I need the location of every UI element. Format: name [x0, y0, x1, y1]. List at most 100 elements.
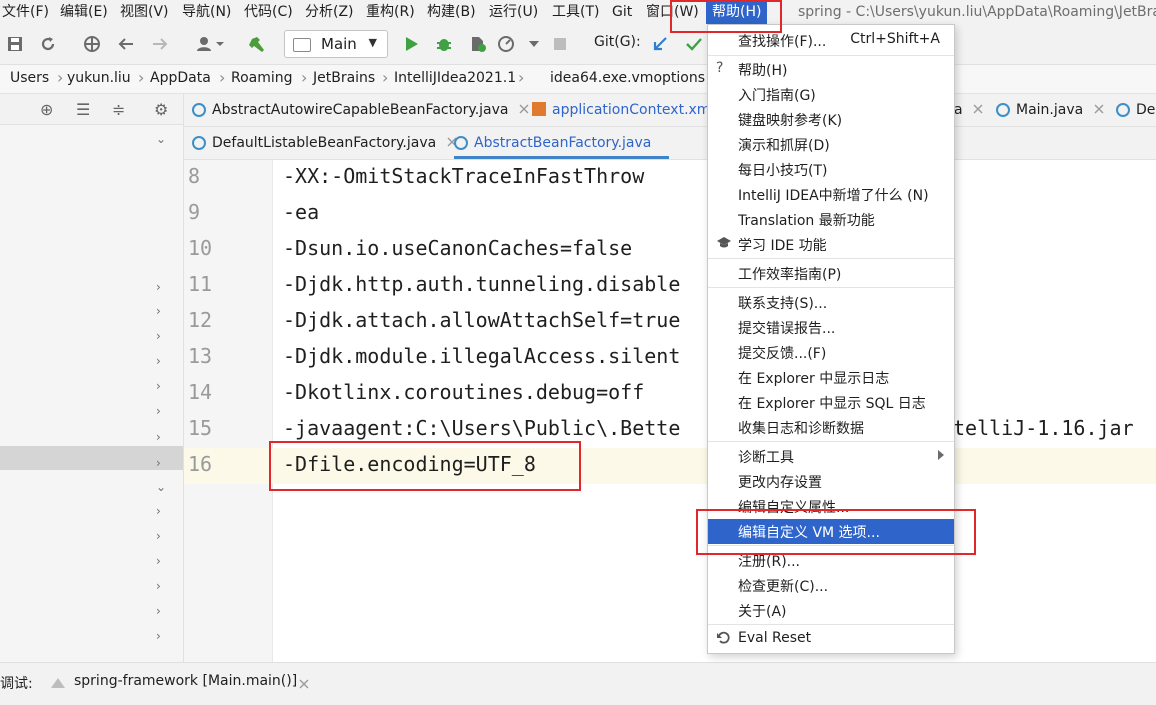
code-line[interactable]: -Dsun.io.useCanonCaches=false	[283, 236, 632, 260]
main-toolbar: Main ▼ Git(G):	[0, 24, 1156, 65]
tab-partial[interactable]: a	[954, 94, 985, 126]
menu-item-label: 每日小技巧(T)	[738, 163, 828, 179]
close-icon[interactable]	[971, 102, 985, 116]
menu-item-check-for-updates[interactable]: 检查更新(C)...	[708, 573, 954, 598]
collapse-all-icon[interactable]: ≑	[112, 100, 125, 119]
tab-label: De	[1136, 102, 1156, 118]
chevron-right-icon[interactable]: ›	[156, 504, 161, 518]
menu-item-demos-screencasts[interactable]: 演示和抓屏(D)	[708, 132, 954, 157]
coverage-icon[interactable]	[466, 32, 490, 56]
debug-bug-icon[interactable]	[432, 32, 456, 56]
profiler-icon[interactable]	[494, 32, 518, 56]
menu-analyze[interactable]: 分析(Z)	[305, 0, 354, 24]
chevron-right-icon[interactable]: ›	[156, 629, 161, 643]
menu-item-eval-reset[interactable]: Eval Reset	[708, 627, 954, 652]
chevron-right-icon[interactable]: ›	[156, 379, 161, 393]
menu-file[interactable]: 文件(F)	[2, 0, 49, 24]
close-icon[interactable]	[517, 102, 531, 116]
breadcrumb-item[interactable]: idea64.exe.vmoptions	[550, 70, 705, 86]
crosshair-icon[interactable]	[80, 32, 104, 56]
menu-item-translation-new[interactable]: Translation 最新功能	[708, 207, 954, 232]
menu-git[interactable]: Git	[612, 0, 632, 24]
chevron-right-icon[interactable]: ›	[156, 456, 161, 470]
menu-edit[interactable]: 编辑(E)	[60, 0, 108, 24]
gear-icon[interactable]: ⚙	[154, 100, 168, 119]
chevron-right-icon[interactable]: ›	[156, 554, 161, 568]
menu-build[interactable]: 构建(B)	[427, 0, 476, 24]
menu-item-whats-new[interactable]: IntelliJ IDEA中新增了什么 (N)	[708, 182, 954, 207]
tab-main-java[interactable]: Main.java	[996, 94, 1106, 126]
more-run-options-icon[interactable]	[522, 32, 546, 56]
expand-all-icon[interactable]: ☰	[76, 100, 90, 119]
menu-item-getting-started[interactable]: 入门指南(G)	[708, 82, 954, 107]
chevron-right-icon[interactable]: ›	[156, 329, 161, 343]
menu-item-help[interactable]: ? 帮助(H)	[708, 57, 954, 82]
menu-navigate[interactable]: 导航(N)	[182, 0, 231, 24]
menu-run[interactable]: 运行(U)	[489, 0, 538, 24]
build-hammer-icon[interactable]	[246, 32, 270, 56]
chevron-right-icon[interactable]: ›	[156, 604, 161, 618]
breadcrumb-item[interactable]: JetBrains	[313, 70, 375, 86]
chevron-right-icon[interactable]: ›	[156, 280, 161, 294]
user-dropdown-icon[interactable]	[192, 32, 228, 56]
run-configuration-select[interactable]: Main ▼	[284, 30, 388, 58]
run-icon[interactable]	[399, 32, 423, 56]
menu-item-show-log-in-explorer[interactable]: 在 Explorer 中显示日志	[708, 365, 954, 390]
menu-item-productivity-guide[interactable]: 工作效率指南(P)	[708, 261, 954, 286]
chevron-right-icon[interactable]: ›	[156, 404, 161, 418]
menu-code[interactable]: 代码(C)	[244, 0, 293, 24]
menu-view[interactable]: 视图(V)	[120, 0, 169, 24]
chevron-right-icon[interactable]: ›	[156, 354, 161, 368]
close-icon[interactable]	[298, 675, 310, 694]
menu-item-learn-ide[interactable]: 学习 IDE 功能	[708, 232, 954, 257]
breadcrumb-item[interactable]: Users	[10, 70, 49, 86]
tab-label: AbstractBeanFactory.java	[474, 135, 652, 151]
tab-default[interactable]: De	[1116, 94, 1155, 126]
code-line[interactable]: -XX:-OmitStackTraceInFastThrow	[283, 164, 644, 188]
tab-default-listable[interactable]: DefaultListableBeanFactory.java	[192, 127, 459, 159]
locate-icon[interactable]: ⊕	[40, 100, 53, 119]
git-commit-icon[interactable]	[682, 32, 706, 56]
chevron-right-icon[interactable]: ›	[156, 529, 161, 543]
tab-application-context[interactable]: applicationContext.xm	[532, 94, 710, 126]
breadcrumb-item[interactable]: yukun.liu	[67, 70, 131, 86]
stop-icon[interactable]	[548, 32, 572, 56]
menu-tools[interactable]: 工具(T)	[552, 0, 599, 24]
menu-item-keymap-reference[interactable]: 键盘映射参考(K)	[708, 107, 954, 132]
menu-item-submit-feedback[interactable]: 提交反馈...(F)	[708, 340, 954, 365]
breadcrumb-item[interactable]: IntelliJIdea2021.1	[394, 70, 516, 86]
code-line[interactable]: -ea	[283, 200, 319, 224]
menu-item-about[interactable]: 关于(A)	[708, 598, 954, 623]
menu-item-collect-logs[interactable]: 收集日志和诊断数据	[708, 415, 954, 440]
menu-item-label: 帮助(H)	[738, 63, 788, 79]
close-icon[interactable]	[1092, 102, 1106, 116]
code-line[interactable]: -javaagent:C:\Users\Public\.Bette	[283, 416, 680, 440]
debug-session-tab[interactable]: spring-framework [Main.main()]	[74, 673, 297, 689]
menu-item-tip-of-the-day[interactable]: 每日小技巧(T)	[708, 157, 954, 182]
tab-abstract-autowire[interactable]: AbstractAutowireCapableBeanFactory.java	[192, 94, 531, 126]
code-line-tail[interactable]: telliJ-1.16.jar	[953, 416, 1134, 440]
sync-icon[interactable]	[36, 32, 60, 56]
menu-refactor[interactable]: 重构(R)	[366, 0, 415, 24]
tab-abstract-bean-factory[interactable]: AbstractBeanFactory.java	[454, 127, 670, 159]
git-update-icon[interactable]	[648, 32, 672, 56]
code-line[interactable]: -Djdk.attach.allowAttachSelf=true	[283, 308, 680, 332]
chevron-down-icon[interactable]: ⌄	[156, 132, 166, 146]
breadcrumb-item[interactable]: Roaming	[231, 70, 293, 86]
code-line[interactable]: -Djdk.http.auth.tunneling.disable	[283, 272, 680, 296]
menu-item-show-sql-log-in-explorer[interactable]: 在 Explorer 中显示 SQL 日志	[708, 390, 954, 415]
menu-item-diagnostic-tools[interactable]: 诊断工具	[708, 444, 954, 469]
chevron-right-icon[interactable]: ›	[156, 579, 161, 593]
code-line[interactable]: -Djdk.module.illegalAccess.silent	[283, 344, 680, 368]
breadcrumb-item[interactable]: AppData	[150, 70, 211, 86]
chevron-down-icon[interactable]: ⌄	[156, 480, 166, 494]
menu-item-submit-bug-report[interactable]: 提交错误报告...	[708, 315, 954, 340]
menu-item-change-memory-settings[interactable]: 更改内存设置	[708, 469, 954, 494]
forward-arrow-icon[interactable]	[148, 32, 172, 56]
back-arrow-icon[interactable]	[114, 32, 138, 56]
chevron-right-icon[interactable]: ›	[156, 304, 161, 318]
menu-item-contact-support[interactable]: 联系支持(S)...	[708, 290, 954, 315]
chevron-right-icon[interactable]: ›	[156, 430, 161, 444]
save-icon[interactable]	[3, 32, 27, 56]
code-line[interactable]: -Dkotlinx.coroutines.debug=off	[283, 380, 644, 404]
